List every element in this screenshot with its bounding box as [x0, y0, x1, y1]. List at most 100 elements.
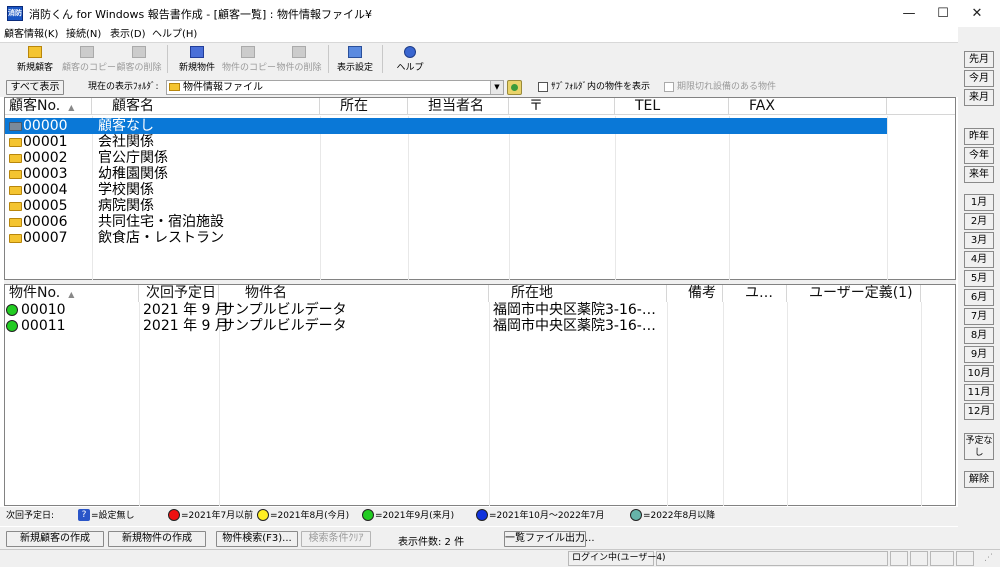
property-row[interactable]: 00011 2021 年 9 月 サンプルビルデータ 福岡市中央区薬院3-16-…	[5, 318, 921, 334]
show-all-button[interactable]: すべて表示	[6, 80, 64, 95]
last-month-button[interactable]: 先月	[964, 51, 994, 68]
delete-property-toolbar-button[interactable]: 物件の削除	[274, 44, 324, 76]
folder-icon	[169, 83, 180, 91]
new-customer-toolbar-button[interactable]: 新規顧客	[10, 44, 60, 76]
next-year-button[interactable]: 来年	[964, 166, 994, 183]
menu-customer-info[interactable]: 顧客情報(K)	[4, 27, 58, 42]
month-button-8[interactable]: 8月	[964, 327, 994, 344]
col-location[interactable]: 所在	[320, 98, 408, 115]
result-count: 表示件数: 2 件	[398, 537, 465, 548]
new-property-toolbar-button[interactable]: 新規物件	[172, 44, 222, 76]
customer-grid[interactable]: 顧客No. ▲ 顧客名 所在 担当者名 〒 TEL FAX 00000 顧客なし …	[4, 97, 956, 280]
month-button-10[interactable]: 10月	[964, 365, 994, 382]
export-list-button[interactable]: 一覧ファイル出力...	[504, 531, 595, 547]
month-button-7[interactable]: 7月	[964, 308, 994, 325]
legend-blue-dot-icon	[476, 509, 488, 521]
month-button-6[interactable]: 6月	[964, 289, 994, 306]
customer-row[interactable]: 00005 病院関係	[5, 198, 887, 214]
menu-connect[interactable]: 接続(N)	[66, 27, 101, 42]
folder-select[interactable]: 物件情報ファイル ▼	[166, 80, 504, 95]
month-button-1[interactable]: 1月	[964, 194, 994, 211]
copy-property-toolbar-button[interactable]: 物件のコピー	[222, 44, 276, 76]
customer-name: 飲食店・レストラン	[98, 230, 224, 246]
status-cell	[910, 551, 928, 566]
customer-row[interactable]: 00006 共同住宅・宿泊施設	[5, 214, 887, 230]
customer-row-selected[interactable]: 00000 顧客なし	[5, 118, 887, 134]
col-contact-name[interactable]: 担当者名	[408, 98, 509, 115]
col-customer-name[interactable]: 顧客名	[92, 98, 320, 115]
no-plan-button[interactable]: 予定なし	[964, 433, 994, 460]
customer-name: 共同住宅・宿泊施設	[98, 214, 224, 230]
current-folder-label: 現在の表示ﾌｫﾙﾀﾞ:	[88, 82, 159, 92]
this-year-button[interactable]: 今年	[964, 147, 994, 164]
folder-icon	[9, 202, 22, 211]
clear-filter-button[interactable]: 解除	[964, 471, 994, 488]
col-property-no[interactable]: 物件No. ▲	[5, 285, 139, 302]
toolbar-label: 表示設定	[336, 63, 373, 73]
delete-customer-toolbar-button[interactable]: 顧客の削除	[114, 44, 164, 76]
expired-equipment-label: 期限切れ設備のある物件	[677, 82, 777, 92]
customer-row[interactable]: 00004 学校関係	[5, 182, 887, 198]
legend-yellow-dot-icon	[257, 509, 269, 521]
month-button-2[interactable]: 2月	[964, 213, 994, 230]
month-button-5[interactable]: 5月	[964, 270, 994, 287]
property-grid[interactable]: 物件No. ▲ 次回予定日 物件名 所在地 備考 ユ… ユーザー定義(1) 000…	[4, 284, 956, 506]
property-no: 00010	[21, 302, 66, 318]
col-user-defined-1[interactable]: ユーザー定義(1)	[787, 285, 921, 302]
status-dot-icon	[6, 304, 18, 316]
clear-search-button[interactable]: 検索条件ｸﾘｱ	[301, 531, 371, 547]
login-status: ログイン中(ユーザー4)	[568, 551, 666, 566]
display-settings-toolbar-button[interactable]: 表示設定	[332, 44, 378, 76]
legend-item: =2021年10月～2022年7月	[489, 511, 605, 521]
property-row[interactable]: 00010 2021 年 9 月 サンプルビルデータ 福岡市中央区薬院3-16-…	[5, 302, 921, 318]
customer-row[interactable]: 00002 官公庁関係	[5, 150, 887, 166]
new-customer-button[interactable]: 新規顧客の作成	[6, 531, 104, 547]
customer-row[interactable]: 00003 幼稚園関係	[5, 166, 887, 182]
toolbar-label: 新規顧客	[16, 63, 53, 73]
col-address[interactable]: 所在地	[489, 285, 667, 302]
folder-icon	[9, 154, 22, 163]
col-property-name[interactable]: 物件名	[219, 285, 489, 302]
month-button-4[interactable]: 4月	[964, 251, 994, 268]
month-button-12[interactable]: 12月	[964, 403, 994, 420]
copy-icon	[241, 46, 255, 58]
col-fax[interactable]: FAX	[729, 98, 887, 115]
property-search-button[interactable]: 物件検索(F3)...	[216, 531, 298, 547]
customer-row[interactable]: 00001 会社関係	[5, 134, 887, 150]
help-icon	[404, 46, 416, 58]
month-button-11[interactable]: 11月	[964, 384, 994, 401]
property-name: サンプルビルデータ	[221, 318, 347, 334]
month-button-9[interactable]: 9月	[964, 346, 994, 363]
building-icon	[190, 46, 204, 58]
subfolder-label: ｻﾌﾞﾌｫﾙﾀﾞ内の物件を表示	[551, 82, 651, 92]
refresh-folder-button[interactable]	[507, 80, 522, 95]
next-date: 2021 年 9 月	[143, 318, 229, 334]
col-tel[interactable]: TEL	[615, 98, 729, 115]
menu-help[interactable]: ヘルプ(H)	[152, 27, 197, 42]
legend-green-dot-icon	[362, 509, 374, 521]
new-property-button[interactable]: 新規物件の作成	[108, 531, 206, 547]
last-year-button[interactable]: 昨年	[964, 128, 994, 145]
subfolder-checkbox[interactable]	[538, 82, 548, 92]
expired-equipment-checkbox[interactable]	[664, 82, 674, 92]
help-toolbar-button[interactable]: ヘルプ	[390, 44, 430, 76]
menu-view[interactable]: 表示(D)	[110, 27, 146, 42]
legend-red-dot-icon	[168, 509, 180, 521]
col-next-date[interactable]: 次回予定日	[139, 285, 219, 302]
col-user-short[interactable]: ユ…	[723, 285, 787, 302]
customer-no: 00003	[23, 166, 68, 182]
customer-row[interactable]: 00007 飲食店・レストラン	[5, 230, 887, 246]
col-postal-code[interactable]: 〒	[509, 98, 615, 115]
toolbar-label: 新規物件	[178, 63, 215, 73]
next-month-button[interactable]: 来月	[964, 89, 994, 106]
resize-grip-icon[interactable]: ⋰	[984, 553, 993, 563]
this-month-button[interactable]: 今月	[964, 70, 994, 87]
col-customer-no[interactable]: 顧客No. ▲	[5, 98, 92, 115]
copy-customer-toolbar-button[interactable]: 顧客のコピー	[62, 44, 116, 76]
status-cell	[890, 551, 908, 566]
col-notes[interactable]: 備考	[667, 285, 723, 302]
close-button[interactable]: ✕	[954, 0, 1000, 27]
folder-icon	[9, 186, 22, 195]
chevron-down-icon[interactable]: ▼	[490, 81, 503, 94]
month-button-3[interactable]: 3月	[964, 232, 994, 249]
